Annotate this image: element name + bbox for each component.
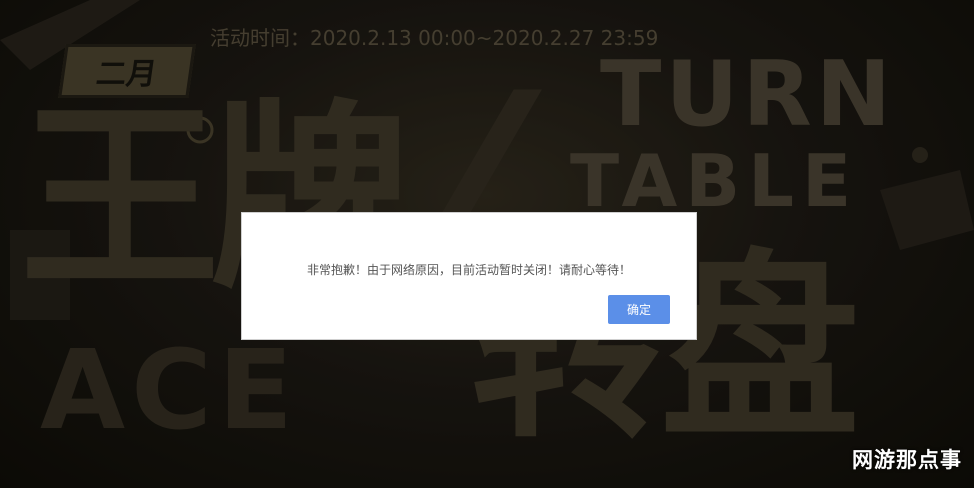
dialog-message: 非常抱歉！由于网络原因，目前活动暂时关闭！请耐心等待！	[306, 263, 631, 277]
alert-dialog: 非常抱歉！由于网络原因，目前活动暂时关闭！请耐心等待！ 确定	[241, 212, 697, 340]
confirm-button[interactable]: 确定	[608, 295, 670, 324]
watermark: 网游那点事	[852, 448, 962, 472]
